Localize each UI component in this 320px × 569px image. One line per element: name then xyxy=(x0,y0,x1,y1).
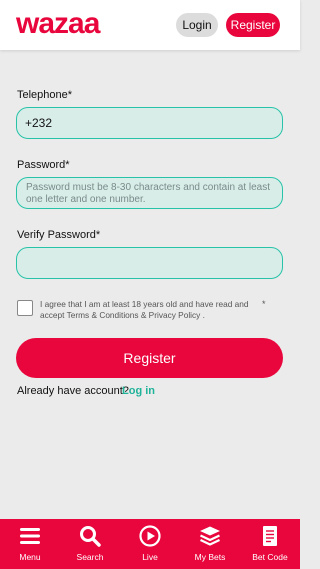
top-header: wazaa Login Register xyxy=(0,0,300,50)
nav-item-my-bets[interactable]: My Bets xyxy=(180,519,240,569)
search-icon xyxy=(80,526,101,547)
nav-item-bet-code[interactable]: Bet Code xyxy=(240,519,300,569)
nav-item-menu[interactable]: Menu xyxy=(0,519,60,569)
terms-text: I agree that I am at least 18 years old … xyxy=(40,299,249,320)
menu-icon xyxy=(20,528,40,544)
nav-label-my-bets: My Bets xyxy=(194,552,226,562)
login-button[interactable]: Login xyxy=(176,13,218,37)
login-link[interactable]: Log in xyxy=(122,385,155,397)
nav-item-search[interactable]: Search xyxy=(60,519,120,569)
live-play-icon xyxy=(139,525,161,547)
wazaa-logo-text: wazaa xyxy=(15,7,101,39)
register-button-header[interactable]: Register xyxy=(226,13,280,37)
verify-password-input[interactable] xyxy=(16,247,283,279)
already-account-text: Already have account? xyxy=(17,385,129,397)
nav-label-menu: Menu xyxy=(19,552,41,562)
telephone-value: +232 xyxy=(25,116,53,130)
bottom-nav: Menu Search Live My Bets Bet Code xyxy=(0,519,300,569)
wazaa-logo[interactable]: wazaa xyxy=(14,7,122,39)
password-placeholder: Password must be 8-30 characters and con… xyxy=(26,182,271,205)
terms-required-mark: * xyxy=(262,299,266,309)
telephone-label: Telephone* xyxy=(17,89,73,101)
password-label: Password* xyxy=(17,159,70,171)
nav-label-search: Search xyxy=(76,552,104,562)
terms-checkbox[interactable] xyxy=(17,300,33,316)
receipt-icon xyxy=(263,526,277,546)
nav-label-bet-code: Bet Code xyxy=(252,552,288,562)
telephone-input[interactable]: +232 xyxy=(16,107,283,139)
nav-item-live[interactable]: Live xyxy=(120,519,180,569)
verify-password-label: Verify Password* xyxy=(17,229,101,241)
stack-icon xyxy=(200,526,220,546)
password-input[interactable]: Password must be 8-30 characters and con… xyxy=(16,177,283,209)
register-submit-button[interactable]: Register xyxy=(16,338,283,378)
nav-label-live: Live xyxy=(142,552,158,562)
